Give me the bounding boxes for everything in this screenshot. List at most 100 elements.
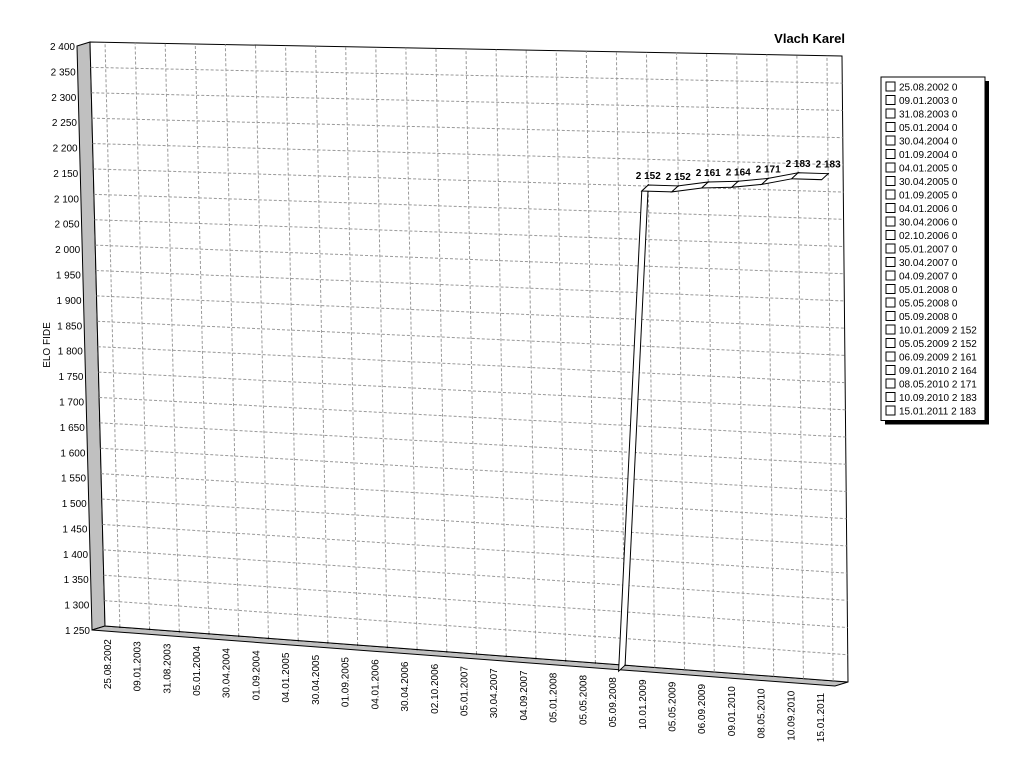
legend-swatch	[885, 405, 896, 416]
x-tick-label: 04.01.2005	[281, 652, 292, 702]
data-label: 2 161	[696, 168, 721, 179]
legend-swatch	[885, 95, 896, 105]
x-tick-label: 25.08.2002	[103, 639, 114, 689]
y-tick-label: 2 300	[51, 93, 76, 104]
data-label: 2 164	[726, 167, 751, 178]
data-point	[564, 659, 567, 662]
y-tick-label: 1 850	[57, 321, 82, 332]
data-label: 2 152	[636, 171, 661, 182]
x-tick-label: 09.01.2003	[133, 641, 144, 691]
legend-entry: 05.01.2007 0	[899, 245, 958, 256]
chart-svg: 1 250 1 300 1 350 1 400 1 450 1 500 1 550 1 600…	[42, 31, 989, 742]
y-tick-label: 1 800	[58, 347, 83, 358]
data-point	[237, 635, 240, 637]
x-tick-label: 05.01.2007	[460, 666, 471, 716]
y-tick-label: 1 250	[65, 626, 90, 637]
data-label: 2 183	[816, 160, 841, 171]
legend-entry: 09.01.2010 2 164	[899, 366, 977, 377]
data-point	[505, 655, 508, 658]
x-tick-label: 05.09.2008	[608, 677, 619, 727]
data-point	[535, 657, 537, 660]
x-tick-label: 02.10.2006	[430, 663, 441, 713]
y-tick-label: 2 000	[55, 245, 80, 256]
legend-entry: 25.08.2002 0	[899, 83, 958, 94]
x-tick-label: 09.01.2010	[727, 686, 738, 736]
legend-swatch	[885, 257, 896, 267]
legend-swatch	[885, 216, 896, 227]
data-point	[297, 639, 299, 642]
legend-entry: 06.09.2009 2 161	[899, 353, 977, 364]
y-tick-label: 1 650	[60, 423, 85, 434]
legend-entry: 08.05.2010 2 171	[899, 380, 977, 391]
data-point	[386, 646, 389, 649]
data-label: 2 171	[756, 164, 781, 175]
x-tick-label: 05.01.2008	[549, 672, 560, 722]
legend-entry: 31.08.2003 0	[899, 110, 958, 121]
data-point	[178, 630, 181, 633]
legend-swatch	[885, 122, 896, 132]
legend-entry: 10.09.2010 2 183	[899, 393, 977, 404]
chart-title: Vlach Karel	[774, 31, 845, 46]
y-tick-label: 1 300	[64, 601, 89, 612]
x-tick-label: 30.04.2004	[222, 648, 233, 698]
x-tick-label: 05.05.2009	[668, 681, 679, 731]
x-tick-label: 30.04.2007	[489, 668, 500, 718]
x-tick-label: 15.01.2011	[816, 692, 827, 742]
data-point	[624, 664, 626, 666]
y-tick-label: 1 900	[56, 296, 81, 307]
x-tick-label: 05.05.2008	[578, 675, 589, 725]
legend-entry: 09.01.2003 0	[899, 96, 958, 107]
legend-swatch	[885, 324, 896, 335]
y-tick-label: 2 100	[54, 194, 79, 205]
legend-entry: 05.05.2008 0	[899, 299, 958, 310]
legend-swatch	[885, 230, 896, 240]
data-point	[208, 633, 210, 635]
data-point	[445, 650, 448, 653]
x-tick-label: 31.08.2003	[162, 643, 173, 693]
y-tick-label: 2 050	[55, 220, 80, 231]
legend-entry: 04.01.2006 0	[899, 204, 958, 215]
data-point	[148, 628, 151, 631]
legend-swatch	[885, 203, 896, 213]
legend-entry: 15.01.2011 2 183	[899, 407, 977, 418]
data-point	[677, 185, 680, 187]
data-point	[647, 184, 650, 186]
y-tick-label: 1 550	[61, 474, 86, 485]
line-segment	[790, 172, 830, 181]
y-tick-label: 1 600	[60, 448, 85, 459]
data-point	[475, 653, 478, 655]
x-tick-label: 30.04.2006	[400, 661, 411, 711]
x-tick-label: 05.01.2004	[192, 645, 203, 695]
legend-swatch	[885, 149, 896, 159]
legend-entry: 05.01.2008 0	[899, 285, 958, 296]
legend-entry: 01.09.2004 0	[899, 150, 958, 161]
legend-entry: 05.01.2004 0	[899, 123, 958, 134]
legend-entry: 02.10.2006 0	[899, 231, 958, 242]
y-tick-label: 1 450	[62, 524, 87, 535]
legend-swatch	[885, 297, 896, 308]
x-tick-label: 01.09.2005	[341, 657, 352, 707]
legend-entry: 04.09.2007 0	[899, 272, 958, 283]
data-point	[767, 177, 769, 180]
data-point	[827, 172, 829, 175]
legend-swatch	[885, 378, 896, 389]
data-label: 2 152	[666, 172, 691, 183]
x-tick-label: 30.04.2005	[311, 654, 322, 704]
plot-area	[89, 41, 849, 683]
y-tick-label: 2 150	[53, 169, 78, 180]
x-tick-label: 04.09.2007	[519, 670, 530, 720]
legend-entry: 10.01.2009 2 152	[899, 326, 977, 337]
x-tick-label: 06.09.2009	[697, 683, 708, 733]
legend-entry: 30.04.2006 0	[899, 218, 958, 229]
data-label: 2 183	[786, 159, 811, 170]
y-tick-label: 1 350	[64, 575, 89, 586]
legend-swatch	[885, 338, 896, 348]
chart: 1 250 1 300 1 350 1 400 1 450 1 500 1 550 1 600…	[0, 0, 1024, 768]
data-point	[119, 626, 121, 628]
legend-swatch	[885, 270, 896, 281]
y-tick-label: 1 400	[63, 550, 88, 561]
y-tick-label: 1 700	[59, 397, 84, 408]
x-tick-label: 04.01.2006	[370, 659, 381, 709]
legend-swatch	[885, 365, 896, 375]
legend-swatch	[885, 81, 896, 92]
